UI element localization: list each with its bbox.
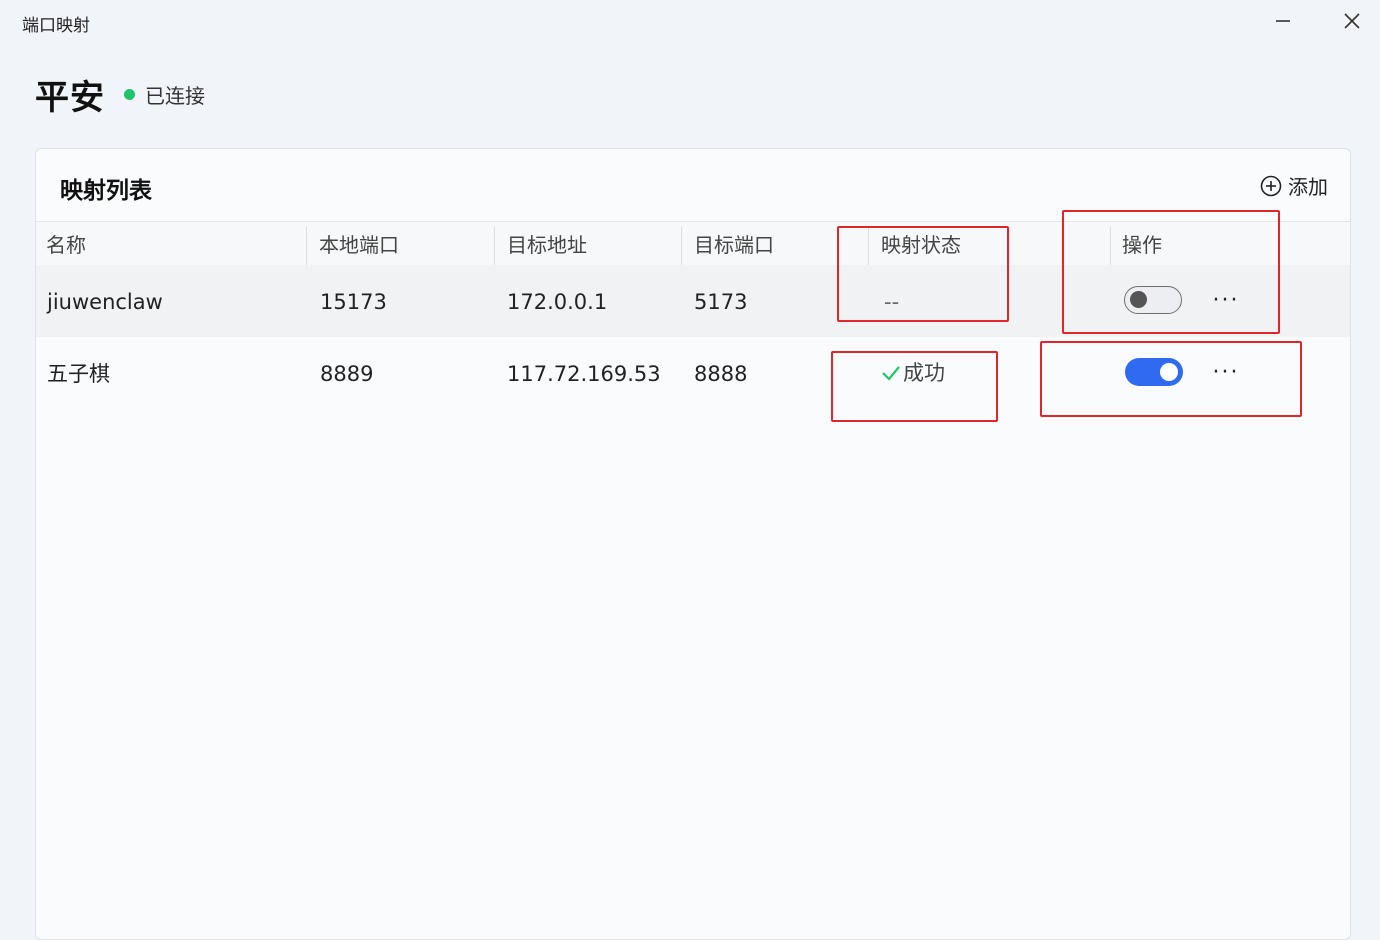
mapping-name: 五子棋 (47, 362, 110, 386)
mapping-enable-toggle[interactable] (1124, 286, 1182, 314)
target-address: 117.72.169.53 (507, 362, 661, 386)
minimize-button[interactable] (1263, 4, 1303, 38)
table-header: 名称 本地端口 目标地址 目标端口 映射状态 操作 (36, 221, 1350, 266)
connection-status-dot (124, 89, 135, 100)
plus-circle-icon (1260, 175, 1282, 196)
close-button[interactable] (1332, 4, 1372, 38)
mapping-status: 成功 (881, 337, 945, 409)
close-icon (1344, 13, 1360, 29)
server-name: 平安 (35, 78, 105, 118)
target-port: 5173 (694, 290, 748, 314)
table-row: jiuwenclaw 15173 172.0.0.1 5173 -- ··· (36, 265, 1350, 337)
connection-status-text: 已连接 (145, 84, 205, 108)
column-divider[interactable] (681, 226, 682, 266)
column-header-target-address: 目标地址 (507, 233, 587, 257)
column-header-local-port: 本地端口 (319, 233, 399, 257)
mapping-status: -- (884, 290, 900, 314)
mapping-name: jiuwenclaw (47, 290, 163, 314)
column-divider[interactable] (306, 226, 307, 266)
add-mapping-label: 添加 (1288, 175, 1328, 199)
minimize-icon (1276, 20, 1290, 22)
column-divider[interactable] (494, 226, 495, 266)
column-divider[interactable] (1110, 226, 1111, 266)
column-header-actions: 操作 (1122, 233, 1162, 257)
local-port: 15173 (320, 290, 387, 314)
more-actions-button[interactable]: ··· (1208, 357, 1244, 387)
local-port: 8889 (320, 362, 374, 386)
toggle-knob (1130, 291, 1147, 308)
check-icon (882, 366, 900, 381)
panel-title: 映射列表 (60, 178, 152, 204)
title-bar: 端口映射 (0, 0, 1380, 44)
column-header-target-port: 目标端口 (694, 233, 774, 257)
target-port: 8888 (694, 362, 748, 386)
column-header-name: 名称 (46, 233, 86, 257)
toggle-knob (1160, 363, 1178, 381)
more-actions-button[interactable]: ··· (1208, 285, 1244, 315)
column-header-status: 映射状态 (881, 233, 961, 257)
window-title: 端口映射 (22, 16, 90, 36)
table-row: 五子棋 8889 117.72.169.53 8888 成功 ··· (36, 337, 1350, 409)
add-mapping-button[interactable]: 添加 (1260, 171, 1328, 200)
server-header: 平安 已连接 (35, 70, 205, 119)
mapping-status-text: 成功 (903, 361, 945, 385)
column-divider[interactable] (868, 226, 869, 266)
target-address: 172.0.0.1 (507, 290, 608, 314)
mapping-enable-toggle[interactable] (1125, 358, 1183, 386)
mapping-list-panel: 映射列表 添加 名称 本地端口 目标地址 目标端口 映射状态 操作 jiuwen… (35, 148, 1351, 940)
